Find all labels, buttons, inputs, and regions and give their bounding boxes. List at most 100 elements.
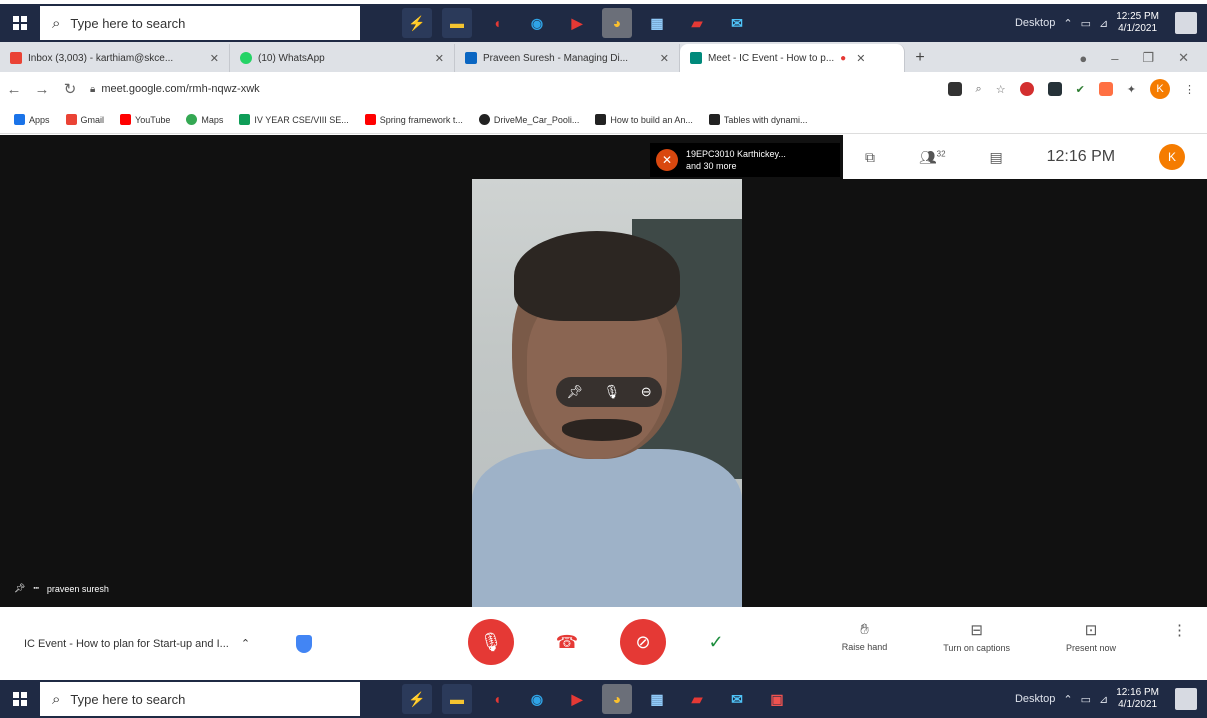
restore-icon[interactable]: ❐ [1142,50,1154,66]
start-button[interactable] [0,680,40,718]
tab-meet[interactable]: Meet - IC Event - How to p... ● ✕ [680,44,905,72]
meet-stage: 📌︎ 🎙︎ ⊖ 📌︎ ┅ praveen suresh ✕ 19EPC3010 … [0,135,1207,607]
network-icon[interactable]: ⊿ [1099,693,1108,706]
word-icon[interactable]: ▦ [642,684,672,714]
file-explorer-icon[interactable]: ▬ [442,8,472,38]
raise-hand-button[interactable]: ✋︎ Raise hand [842,621,888,652]
profile-avatar[interactable]: K [1150,79,1170,99]
close-icon[interactable]: ✕ [660,52,669,65]
bookmark-gmail[interactable]: Gmail [65,114,104,125]
battery-icon[interactable]: ▭ [1081,693,1091,706]
people-button[interactable]: 👥︎32 [919,149,946,166]
close-icon[interactable]: ✕ [435,52,444,65]
tray-chevron-icon[interactable]: ⌃ [1063,17,1072,30]
file-explorer-icon[interactable]: ▬ [442,684,472,714]
media-icon[interactable]: ▶ [562,8,592,38]
network-icon[interactable]: ⊿ [1099,17,1108,30]
account-icon[interactable]: ● [1079,51,1087,66]
close-icon[interactable]: ✕ [856,52,865,65]
start-button[interactable] [0,4,40,42]
notification-icon[interactable] [1175,12,1197,34]
tab-gmail[interactable]: Inbox (3,003) - karthiam@skce... ✕ [0,44,230,72]
present-icon: ⊡ [1084,622,1098,639]
apps-icon [14,114,25,125]
taskbar-search-input[interactable]: ⌕ Type here to search [40,6,360,40]
address-bar[interactable]: 🔒︎ meet.google.com/rmh-nqwz-xwk [90,83,260,95]
desktop-label[interactable]: Desktop [1015,693,1055,705]
captions-button[interactable]: ⊟ Turn on captions [943,621,1010,653]
close-icon[interactable]: ✕ [210,52,219,65]
bookmark-sheet[interactable]: IV YEAR CSE/VIII SE... [239,114,349,125]
mic-icon[interactable]: 🎙︎ [604,384,621,400]
edge-icon[interactable]: ◉ [522,684,552,714]
battery-icon[interactable]: ▭ [1081,17,1091,30]
window-close-icon[interactable]: ✕ [1178,50,1189,66]
extension-red-icon[interactable] [1019,82,1034,96]
self-avatar[interactable]: K [1158,144,1185,170]
layout-icon[interactable]: ⧉ [865,149,875,166]
sheets-icon [239,114,251,125]
reload-icon[interactable]: ↻ [56,80,84,98]
puzzle-icon[interactable]: ✦ [1127,83,1136,96]
bookmark-github[interactable]: DriveMe_Car_Pooli... [478,114,579,125]
chrome-icon[interactable]: ◕ [602,8,632,38]
slides-icon[interactable]: ▰ [682,684,712,714]
bookmark-maps[interactable]: Maps [186,114,223,125]
extension-check-icon[interactable]: ✔ [1076,83,1085,96]
office-icon[interactable]: ◖ [482,8,512,38]
present-now-button[interactable]: ⊡ Present now [1066,621,1116,653]
chrome-icon[interactable]: ◕ [602,684,632,714]
bookmark-youtube[interactable]: YouTube [120,114,170,125]
more-options-button[interactable]: ⋮ [1172,621,1187,639]
extension-dark-icon[interactable] [1047,82,1062,96]
bookmark-spring[interactable]: Spring framework t... [364,114,463,125]
pin-icon[interactable]: 📌︎ [566,384,583,400]
bookmark-tables[interactable]: Tables with dynami... [708,114,807,125]
taskbar-clock[interactable]: 12:25 PM 4/1/2021 [1116,11,1159,35]
notification-icon[interactable] [1175,688,1197,710]
office-icon[interactable]: ◖ [482,684,512,714]
star-icon[interactable]: ☆ [996,83,1006,96]
pdf-icon[interactable]: ▣ [762,684,792,714]
medium-icon [595,114,607,125]
menu-icon[interactable]: ⋮ [1184,83,1195,96]
check-icon[interactable]: ✓ [696,632,736,653]
desktop-label[interactable]: Desktop [1015,17,1055,29]
zoom-icon[interactable]: ⌕ [976,83,982,96]
shield-icon[interactable] [296,634,313,653]
bookmark-build[interactable]: How to build an An... [595,114,693,125]
more-icon[interactable]: ⊖ [641,384,652,400]
edge-icon[interactable]: ◉ [522,8,552,38]
app-icon-1[interactable]: ⚡ [402,684,432,714]
back-icon[interactable]: ← [0,81,28,98]
extensions: ⌕ ☆ ✔ ✦ K ⋮ [947,79,1207,99]
camera-off-button[interactable]: ⊘ [620,619,666,665]
slides-icon[interactable]: ▰ [682,8,712,38]
dismiss-icon[interactable]: ✕ [656,149,678,171]
hangup-button[interactable]: ☎ [544,632,590,653]
chat-icon[interactable]: ▤ [989,149,1002,166]
mail-icon[interactable]: ✉ [722,8,752,38]
chevron-up-icon[interactable]: ⌃ [241,637,250,650]
meeting-details[interactable]: IC Event - How to plan for Start-up and … [0,634,340,653]
word-icon[interactable]: ▦ [642,8,672,38]
captions-icon: ⊟ [970,622,983,639]
taskbar-clock[interactable]: 12:16 PM 4/1/2021 [1116,687,1159,711]
tab-linkedin[interactable]: Praveen Suresh - Managing Di... ✕ [455,44,680,72]
taskbar-top: ⌕ Type here to search ⚡ ▬ ◖ ◉ ▶ ◕ ▦ ▰ ✉ … [0,4,1207,42]
new-tab-button[interactable]: + [905,44,935,72]
taskbar-search-input[interactable]: ⌕ Type here to search [40,682,360,716]
tab-whatsapp[interactable]: (10) WhatsApp ✕ [230,44,455,72]
search-placeholder: Type here to search [70,15,186,31]
app-icon-1[interactable]: ⚡ [402,8,432,38]
mail-icon[interactable]: ✉ [722,684,752,714]
camera-icon[interactable] [947,82,962,96]
mic-off-button[interactable]: 🎙︎ [468,619,514,665]
media-icon[interactable]: ▶ [562,684,592,714]
bookmark-label: How to build an An... [610,114,693,125]
forward-icon[interactable]: → [28,81,56,98]
tray-chevron-icon[interactable]: ⌃ [1063,693,1072,706]
extension-orange-icon[interactable] [1098,82,1113,96]
minimize-icon[interactable]: – [1111,51,1118,66]
bookmark-apps[interactable]: Apps [14,114,50,125]
